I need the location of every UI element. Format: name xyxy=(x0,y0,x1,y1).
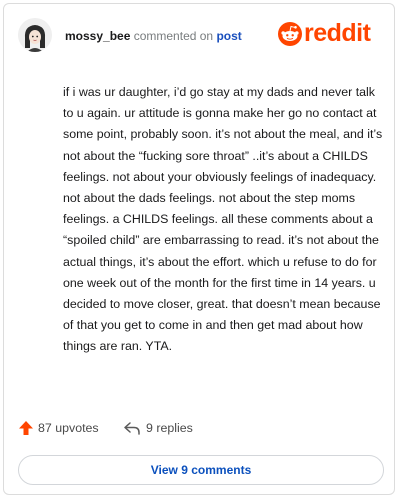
reddit-wordmark: reddit xyxy=(304,19,371,47)
username-link[interactable]: mossy_bee xyxy=(65,29,130,43)
comment-card: mossy_bee commented on post reddit if i … xyxy=(3,3,395,495)
upvote-button[interactable]: 87 upvotes xyxy=(18,420,99,436)
avatar[interactable] xyxy=(18,18,52,52)
comment-actions: 87 upvotes 9 replies xyxy=(18,420,318,440)
post-link[interactable]: post xyxy=(216,29,241,43)
upvote-arrow-icon xyxy=(19,421,33,435)
reddit-logo[interactable]: reddit xyxy=(278,19,380,48)
replies-count: 9 replies xyxy=(146,421,193,435)
comment-header: mossy_bee commented on post reddit xyxy=(18,18,380,54)
comment-meta: mossy_bee commented on post xyxy=(65,29,242,43)
comment-body: if i was ur daughter, i’d go stay at my … xyxy=(63,85,383,354)
reply-arrow-icon xyxy=(124,422,140,435)
avatar-girl-icon xyxy=(18,18,52,52)
view-comments-button[interactable]: View 9 comments xyxy=(18,455,384,485)
reddit-alien-icon xyxy=(278,22,302,46)
replies-button[interactable]: 9 replies xyxy=(123,420,193,436)
action-text: commented on xyxy=(133,29,214,43)
upvotes-count: 87 upvotes xyxy=(38,421,99,435)
